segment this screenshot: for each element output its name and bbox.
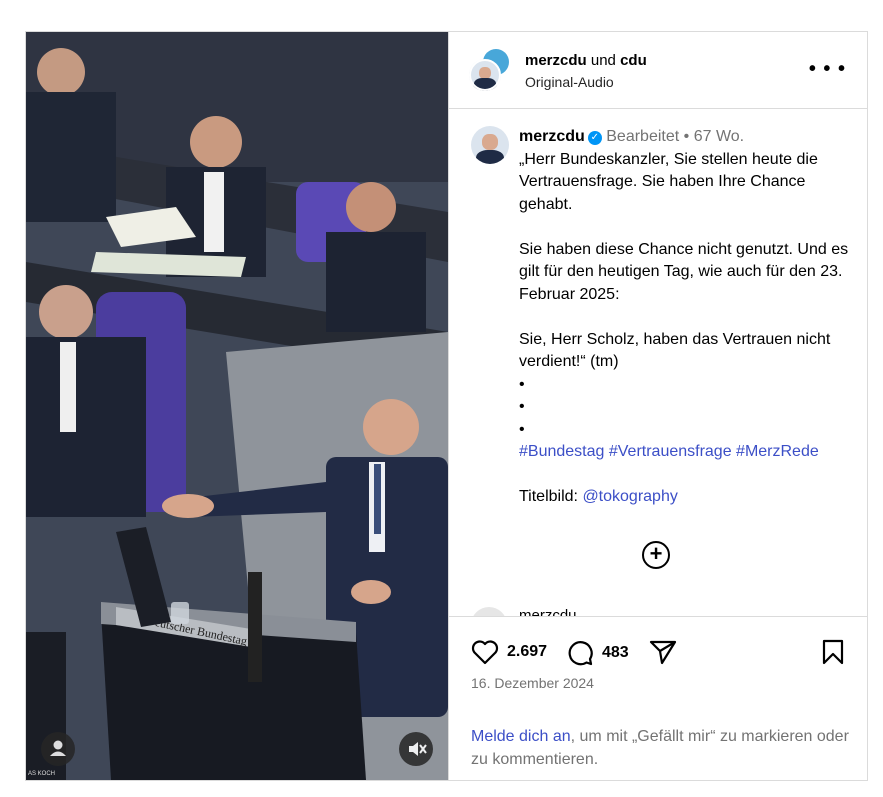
login-prompt: Melde dich an, um mit „Gefällt mir“ zu m… <box>471 725 861 771</box>
post-caption: merzcdu ✓ Bearbeitet • 67 Wo. „Herr Bunde… <box>519 126 859 509</box>
caption-username[interactable]: merzcdu <box>519 128 585 145</box>
load-more-comments-button[interactable]: + <box>642 541 670 569</box>
mute-button[interactable] <box>399 732 433 766</box>
post-video[interactable]: Deutscher Bundestag <box>26 32 448 780</box>
share-button[interactable] <box>649 639 677 665</box>
video-frame-image: Deutscher Bundestag <box>26 32 448 780</box>
like-button[interactable]: 2.697 <box>471 639 547 665</box>
post-header: merzcdu und cdu Original-Audio • • • <box>449 32 868 109</box>
meta-dot: • <box>683 128 690 145</box>
author-connector: und <box>590 52 616 69</box>
comment-count[interactable]: 483 <box>602 644 629 662</box>
caption-bullet: • <box>519 398 525 415</box>
author-avatar-front[interactable] <box>469 59 501 91</box>
title-label: Titelbild: <box>519 488 583 505</box>
caption-line: Sie haben diese Chance nicht genutzt. Un… <box>519 240 849 303</box>
audio-label[interactable]: Original-Audio <box>525 74 614 90</box>
caption-bullet: • <box>519 420 525 438</box>
heart-icon <box>471 640 499 665</box>
photo-credit: AS KOCH <box>28 771 56 777</box>
comment-button[interactable]: 483 <box>566 639 629 667</box>
user-icon <box>50 740 66 756</box>
caption-line: Sie, Herr Scholz, haben das Vertrauen ni… <box>519 330 831 371</box>
author-name[interactable]: merzcdu <box>525 52 587 69</box>
caption-credit: Titelbild: @tokography <box>519 486 859 509</box>
post-actions: 2.697 483 16. Dezember 2024 Melde dich a… <box>449 616 868 780</box>
caption-hashtags[interactable]: #Bundestag #Vertrauensfrage #MerzRede <box>519 441 859 464</box>
caption-line: „Herr Bundeskanzler, Sie stellen heute d… <box>519 150 818 213</box>
more-horizontal-icon: • • • <box>808 58 846 80</box>
speaker-muted-icon <box>409 742 427 756</box>
bookmark-icon <box>822 639 844 665</box>
paper-plane-icon <box>649 640 677 665</box>
comment-bubble-icon <box>568 641 593 666</box>
caption-avatar[interactable] <box>471 126 509 164</box>
post-authors: merzcdu und cdu <box>525 52 647 69</box>
tagged-users-button[interactable] <box>41 732 75 766</box>
more-options-button[interactable]: • • • <box>809 58 846 81</box>
post-date[interactable]: 16. Dezember 2024 <box>471 675 594 691</box>
caption-bullet: • <box>519 375 525 393</box>
login-link[interactable]: Melde dich an <box>471 728 571 745</box>
post-age[interactable]: 67 Wo. <box>694 128 744 145</box>
caption-header: merzcdu ✓ Bearbeitet • 67 Wo. <box>519 126 859 149</box>
plus-circle-icon: + <box>649 541 663 566</box>
edited-label: Bearbeitet <box>606 128 680 145</box>
title-link[interactable]: @tokography <box>582 488 677 505</box>
like-count[interactable]: 2.697 <box>507 643 547 661</box>
save-button[interactable] <box>821 639 845 665</box>
coauthor-name[interactable]: cdu <box>620 52 647 69</box>
post-sidebar: merzcdu und cdu Original-Audio • • • mer… <box>448 32 868 780</box>
verified-icon: ✓ <box>587 131 602 145</box>
